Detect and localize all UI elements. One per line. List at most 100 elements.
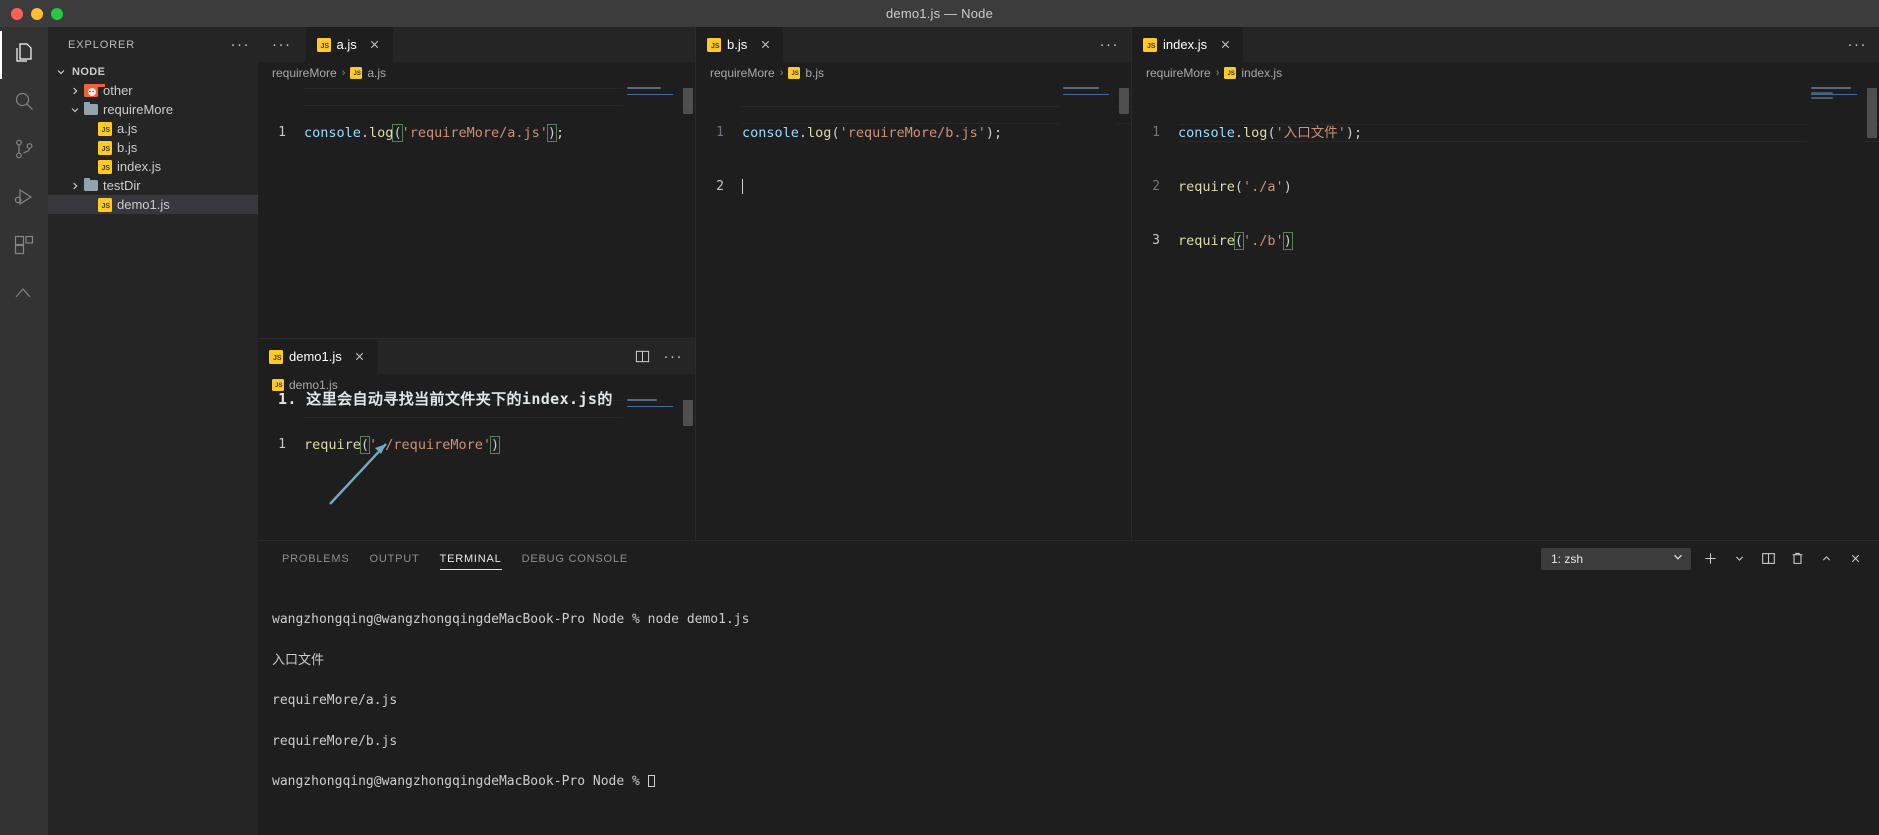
editor-group-demo1-js: JS demo1.js ··· JS demo1.js 1 require('.… (258, 338, 695, 567)
tab-debug-console[interactable]: DEBUG CONSOLE (512, 541, 638, 576)
terminal-selector[interactable]: 1: zsh (1541, 547, 1691, 570)
explorer-header: EXPLORER ··· (48, 27, 258, 62)
token: require (1178, 233, 1235, 249)
activity-explorer[interactable] (0, 31, 48, 79)
token: ) (985, 125, 995, 141)
activity-run-debug[interactable] (0, 175, 48, 223)
tree-row-b-js[interactable]: JS b.js (48, 138, 258, 157)
tab-output[interactable]: OUTPUT (360, 541, 430, 576)
vertical-scrollbar-a-js[interactable] (681, 84, 695, 338)
activity-remote-explorer[interactable] (0, 271, 48, 319)
terminal-output[interactable]: wangzhongqing@wangzhongqingdeMacBook-Pro… (258, 576, 1879, 816)
minimap-b-js[interactable] (1059, 84, 1117, 540)
tab-demo1-js[interactable]: JS demo1.js (258, 339, 379, 374)
vertical-scrollbar-b-js[interactable] (1117, 84, 1131, 540)
new-terminal-profile-chevron-down-icon[interactable] (1729, 549, 1749, 569)
line-content: require('./b') (1178, 232, 1293, 250)
tab-label: a.js (336, 37, 357, 52)
editor-toolbar-b-js: ··· (1088, 27, 1132, 62)
breadcrumb-folder[interactable]: requireMore (1146, 66, 1211, 80)
tree-row-requiremore[interactable]: requireMore (48, 100, 258, 119)
token: . (798, 125, 808, 141)
line-content: console.log('requireMore/b.js'); (742, 124, 1002, 142)
breadcrumb-separator: › (779, 67, 784, 79)
breadcrumb-b-js: requireMore › JS b.js (696, 62, 1131, 84)
editor-more-actions[interactable]: ··· (1100, 37, 1120, 52)
split-editor-icon[interactable] (634, 348, 652, 366)
chevron-right-icon (68, 181, 82, 191)
folder-blue-icon (82, 101, 99, 115)
breadcrumb-folder[interactable]: requireMore (272, 66, 337, 80)
line-number: 1 (1152, 125, 1160, 140)
close-icon[interactable] (352, 349, 368, 365)
breadcrumb-folder[interactable]: requireMore (710, 66, 775, 80)
code-editor-a-js[interactable]: 1 console.log('requireMore/a.js'); (258, 84, 695, 338)
kill-terminal-button[interactable] (1787, 549, 1807, 569)
token: ; (556, 125, 565, 141)
tab-index-js[interactable]: JS index.js (1132, 27, 1245, 62)
token: . (1234, 125, 1244, 141)
terminal-line: requireMore/a.js (272, 693, 398, 708)
title-bar: demo1.js — Node (0, 0, 1879, 27)
js-file-icon: JS (96, 140, 113, 155)
breadcrumb-file[interactable]: a.js (367, 66, 386, 80)
file-tree: NODE other requireMore JS a.js JS b.js J… (48, 62, 258, 214)
explorer-title: EXPLORER (68, 38, 136, 51)
token: ) (489, 436, 501, 454)
breadcrumb-separator: › (1215, 67, 1220, 79)
editor-more-actions[interactable]: ··· (664, 349, 684, 364)
new-terminal-button[interactable] (1700, 549, 1720, 569)
close-icon[interactable] (367, 37, 383, 53)
token: ( (1233, 232, 1245, 250)
activity-bar (0, 27, 48, 835)
token: ( (1234, 179, 1244, 195)
tab-b-js[interactable]: JS b.js (696, 27, 785, 62)
terminal-prompt-line: wangzhongqing@wangzhongqingdeMacBook-Pro… (272, 775, 1879, 789)
split-terminal-button[interactable] (1758, 549, 1778, 569)
close-panel-button[interactable] (1845, 549, 1865, 569)
tab-a-js[interactable]: JS a.js (305, 27, 394, 62)
chevron-down-icon (54, 67, 68, 77)
editor-actions-left-dots[interactable]: ··· (258, 27, 306, 62)
tree-row-demo1-js[interactable]: JS demo1.js (48, 195, 258, 214)
tree-row-other[interactable]: other (48, 81, 258, 100)
breadcrumb-file[interactable]: b.js (805, 66, 824, 80)
editor-more-actions[interactable]: ··· (1848, 37, 1868, 52)
close-icon[interactable] (757, 37, 773, 53)
activity-source-control[interactable] (0, 127, 48, 175)
tree-row-testdir[interactable]: testDir (48, 176, 258, 195)
explorer-more-actions[interactable]: ··· (231, 37, 251, 52)
tree-row-a-js[interactable]: JS a.js (48, 119, 258, 138)
folder-blue-icon (82, 177, 99, 191)
tab-terminal[interactable]: TERMINAL (430, 541, 512, 576)
tabbar-b-js: JS b.js ··· (696, 27, 1131, 62)
activity-extensions[interactable] (0, 223, 48, 271)
line-number: 2 (1152, 179, 1160, 194)
token: log (807, 125, 832, 141)
close-icon[interactable] (1217, 37, 1233, 53)
editor-toolbar-demo1-js: ··· (622, 339, 696, 374)
remote-icon (12, 281, 36, 310)
vscode-window: demo1.js — Node EXPLORER ··· NODE other … (0, 0, 1879, 835)
token: log (369, 125, 394, 141)
tree-row-index-js[interactable]: JS index.js (48, 157, 258, 176)
tab-problems[interactable]: PROBLEMS (272, 541, 360, 576)
minimap-a-js[interactable] (623, 84, 681, 338)
tree-label-testdir: testDir (103, 178, 141, 193)
activity-search[interactable] (0, 79, 48, 127)
tree-label-requiremore: requireMore (103, 102, 174, 117)
maximize-panel-button[interactable] (1816, 549, 1836, 569)
tree-row-node[interactable]: NODE (48, 62, 258, 81)
breadcrumb-file[interactable]: index.js (1241, 66, 1282, 80)
code-editor-index-js[interactable]: 1 console.log('入口文件'); 2 require('./a') … (1132, 84, 1879, 540)
panel-actions: 1: zsh (1541, 547, 1879, 570)
code-editor-b-js[interactable]: 1 console.log('requireMore/b.js'); 2 (696, 84, 1131, 540)
vertical-scrollbar-index-js[interactable] (1865, 84, 1879, 540)
source-control-icon (12, 137, 36, 166)
terminal-line: 入口文件 (272, 652, 325, 668)
minimap-index-js[interactable] (1807, 84, 1865, 540)
token: log (1243, 125, 1268, 141)
line-content: console.log('requireMore/a.js'); (304, 124, 564, 142)
code-line: 1 console.log('入口文件'); (1132, 124, 1879, 142)
token: ; (1353, 125, 1363, 141)
